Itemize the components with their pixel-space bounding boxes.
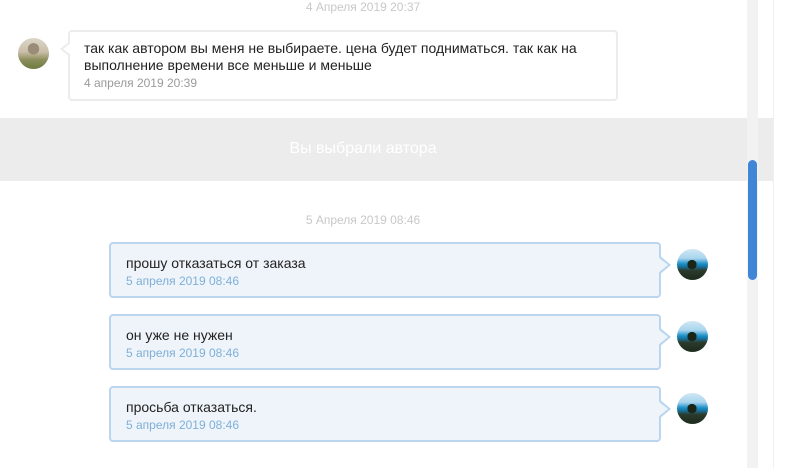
- message-text: он уже не нужен: [126, 327, 233, 343]
- message-text: прошу отказаться от заказа: [126, 255, 306, 271]
- message-time: 5 апреля 2019 08:46: [126, 418, 240, 432]
- banner-text: Вы выбрали автора: [289, 140, 437, 157]
- avatar: [677, 393, 708, 424]
- message-text: так как автором вы меня не выбираете. це…: [84, 40, 577, 73]
- scrollbar-thumb[interactable]: [748, 160, 757, 280]
- chat-area: 4 Апреля 2019 20:37 так как автором вы м…: [0, 0, 773, 468]
- incoming-message-bubble: так как автором вы меня не выбираете. це…: [60, 30, 618, 101]
- side-panel-edge: [773, 0, 793, 468]
- author-selected-banner: Вы выбрали автора: [0, 118, 773, 181]
- message-text: просьба отказаться.: [126, 399, 257, 415]
- date-separator: 5 Апреля 2019 08:46: [305, 213, 421, 227]
- outgoing-message-bubble: просьба отказаться. 5 апреля 2019 08:46: [109, 386, 671, 442]
- message-time: 4 апреля 2019 20:39: [84, 76, 198, 90]
- avatar: [677, 249, 708, 280]
- outgoing-message-bubble: прошу отказаться от заказа 5 апреля 2019…: [109, 242, 671, 298]
- outgoing-message-bubble: он уже не нужен 5 апреля 2019 08:46: [109, 314, 671, 370]
- message-time: 5 апреля 2019 08:46: [126, 274, 240, 288]
- message-time: 5 апреля 2019 08:46: [126, 346, 240, 360]
- avatar: [18, 38, 49, 69]
- date-separator: 4 Апреля 2019 20:37: [305, 0, 421, 14]
- avatar: [677, 321, 708, 352]
